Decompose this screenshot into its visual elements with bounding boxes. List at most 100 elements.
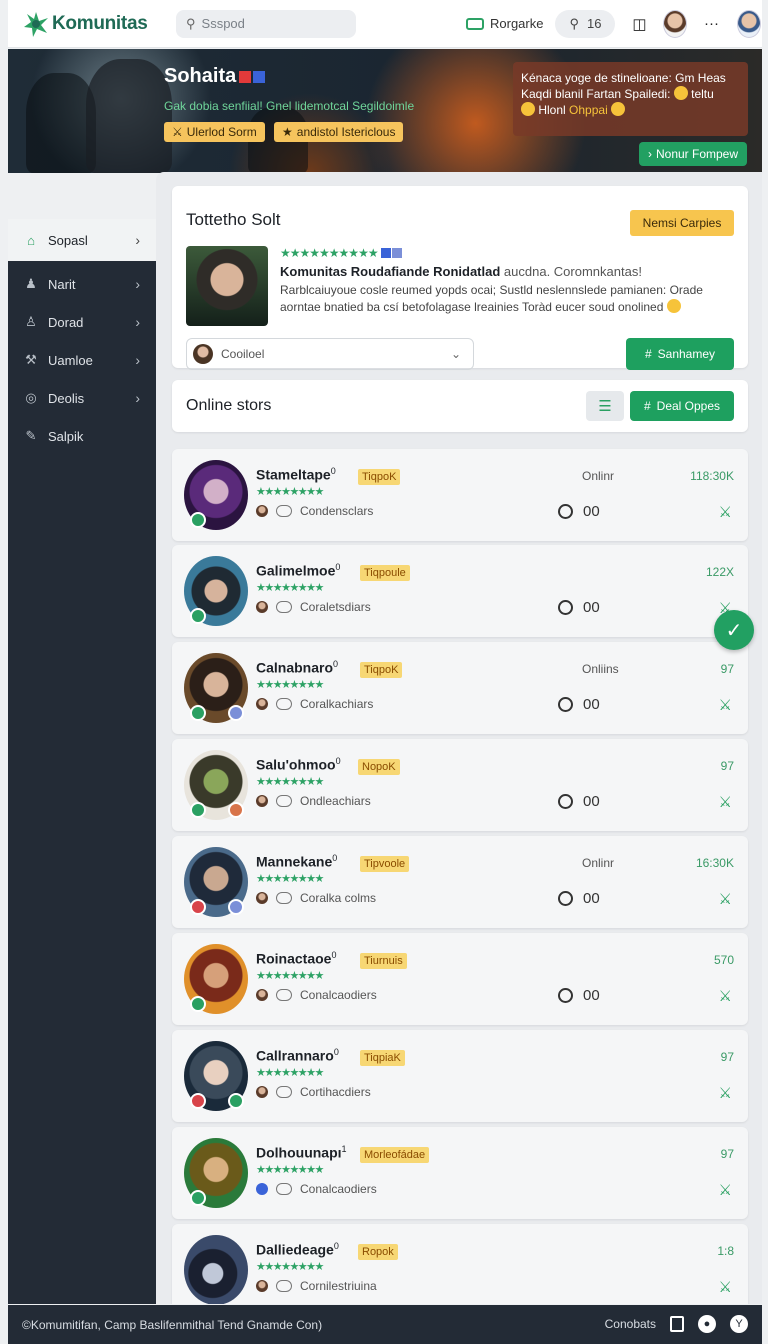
player-clan: Coralkachiars bbox=[256, 697, 373, 711]
hero-action-button[interactable]: › Nonur Fompew bbox=[639, 142, 747, 166]
online-action-button[interactable]: # Deal Oppes bbox=[630, 391, 734, 421]
player-tag: Morleofádae bbox=[360, 1147, 430, 1163]
profile-icon[interactable]: Y bbox=[730, 1315, 748, 1333]
more-icon[interactable]: ··· bbox=[699, 12, 723, 36]
avatar[interactable] bbox=[184, 460, 248, 530]
avatar[interactable] bbox=[184, 750, 248, 820]
sidebar-item-salpik[interactable]: ✎ Salpik bbox=[8, 417, 156, 455]
hero-chip[interactable]: ⚔ Ulerlod Sorm bbox=[164, 122, 265, 142]
player-clan-text: Coralka colms bbox=[300, 891, 377, 905]
list-item[interactable]: Dolhouunapı1 Morleofádae ★★★★★★★★ Conalc… bbox=[172, 1127, 748, 1219]
list-item[interactable]: Dalliedeage0 Ropok ★★★★★★★★ Cornilestriu… bbox=[172, 1224, 748, 1304]
list-item[interactable]: Calnabnaro0 TiqpoK ★★★★★★★★ Coralkachiar… bbox=[172, 642, 748, 734]
check-icon: ✓ bbox=[725, 619, 743, 642]
list-item[interactable]: Galimelmoe0 Tiqpoule ★★★★★★★★ Coraletsdi… bbox=[172, 545, 748, 637]
avatar[interactable] bbox=[184, 556, 248, 626]
featured-name-text: Komunitas Roudafiande Ronidatlad bbox=[280, 264, 501, 279]
list-item[interactable]: Stameltape0 TiqpoK ★★★★★★★★ Condensclars… bbox=[172, 449, 748, 541]
featured-action-button[interactable]: # Sanhamey bbox=[626, 338, 734, 370]
player-count: 16:30K bbox=[695, 856, 734, 870]
sidebar-item-home[interactable]: ⌂ Sopasl › bbox=[8, 219, 156, 261]
profile-avatar-button[interactable] bbox=[663, 9, 688, 38]
featured-action-label: Sanhamey bbox=[657, 347, 716, 361]
swords-icon[interactable]: ⚔ bbox=[719, 987, 732, 1005]
search-count-button[interactable]: ⚲ 16 bbox=[555, 9, 616, 38]
avatar bbox=[256, 1086, 268, 1098]
swords-icon[interactable]: ⚔ bbox=[719, 503, 732, 521]
edit-icon: ✎ bbox=[25, 428, 37, 443]
hero-title: Sohaita bbox=[164, 65, 266, 88]
sidebar-item-uamloe[interactable]: ⚒ Uamloe › bbox=[8, 341, 156, 379]
swords-icon[interactable]: ⚔ bbox=[719, 890, 732, 908]
avatar[interactable] bbox=[184, 944, 248, 1014]
swords-icon[interactable]: ⚔ bbox=[719, 1278, 732, 1296]
swords-icon[interactable]: ⚔ bbox=[719, 1181, 732, 1199]
player-name-text: Dolhouunapı bbox=[256, 1144, 342, 1161]
footer-link[interactable]: Conobats bbox=[605, 1317, 656, 1331]
avatar bbox=[193, 344, 213, 364]
user-avatar-button[interactable] bbox=[737, 9, 762, 38]
sidebar-item-label: Deolis bbox=[48, 390, 85, 406]
person-icon: ♙ bbox=[25, 314, 37, 329]
smile-icon bbox=[558, 794, 573, 809]
player-clan: Coraletsdiars bbox=[256, 600, 371, 614]
chat-icon[interactable]: ◫ bbox=[627, 12, 651, 36]
logo[interactable]: Komunitas bbox=[22, 10, 160, 38]
player-clan-text: Cornilestriuina bbox=[300, 1279, 377, 1293]
player-name-text: Stameltape bbox=[256, 466, 331, 483]
avatar[interactable] bbox=[184, 1138, 248, 1208]
list-item[interactable]: Roinactaoe0 Tiurnuis ★★★★★★★★ Conalcaodi… bbox=[172, 933, 748, 1025]
chevron-right-icon: › bbox=[135, 314, 140, 330]
player-tag: Tiurnuis bbox=[360, 953, 407, 969]
player-score: 00 bbox=[558, 599, 600, 616]
featured-thumbnail[interactable] bbox=[186, 246, 268, 326]
document-icon[interactable] bbox=[670, 1316, 684, 1332]
rating-stars: ★★★★★★★★ bbox=[256, 486, 324, 498]
status-dot bbox=[228, 705, 244, 721]
hero-notice: Kénaca yoge de stinelioane: Gm Heas Kaqd… bbox=[513, 62, 748, 136]
featured-card: Tottetho Solt Nemsi Carpies ★★★★★★★★★★ K… bbox=[172, 186, 748, 370]
status-dot bbox=[190, 802, 206, 818]
list-item[interactable]: Callrannaro0 TiqpiaK ★★★★★★★★ Cortihacdi… bbox=[172, 1030, 748, 1122]
swords-icon[interactable]: ⚔ bbox=[719, 696, 732, 714]
featured-description-text: Rarblcaiuyoue cosle reumed yopds ocai; S… bbox=[280, 283, 703, 314]
featured-select[interactable]: Cooiloel ⌄ bbox=[186, 338, 474, 370]
filter-icon[interactable]: ☰ bbox=[586, 391, 624, 421]
gaming-link[interactable]: Rorgarke bbox=[466, 16, 543, 31]
clan-icon bbox=[276, 989, 292, 1001]
player-score-value: 00 bbox=[583, 987, 600, 1004]
target-icon: ◎ bbox=[25, 390, 37, 405]
confirm-fab-button[interactable]: ✓ bbox=[714, 610, 754, 650]
clan-icon bbox=[276, 698, 292, 710]
player-tag: Tiqpoule bbox=[360, 565, 410, 581]
swords-icon[interactable]: ⚔ bbox=[719, 793, 732, 811]
sidebar-item-narit[interactable]: ♟ Narit › bbox=[8, 265, 156, 303]
footer: ©Komumitifan, Camp Baslifenmithal Tend G… bbox=[8, 1305, 762, 1344]
player-name: Roinactaoe0 bbox=[256, 950, 337, 967]
hero-chip[interactable]: ★ andistol Istericlous bbox=[274, 122, 404, 142]
avatar[interactable] bbox=[184, 653, 248, 723]
avatar[interactable] bbox=[184, 847, 248, 917]
clan-icon bbox=[276, 505, 292, 517]
featured-badge[interactable]: Nemsi Carpies bbox=[630, 210, 734, 236]
avatar[interactable] bbox=[184, 1235, 248, 1304]
list-item[interactable]: Mannekane0 Tipvoole ★★★★★★★★ Coralka col… bbox=[172, 836, 748, 928]
swords-icon[interactable]: ⚔ bbox=[719, 1084, 732, 1102]
player-status: Onliins bbox=[582, 662, 619, 676]
player-clan: Condensclars bbox=[256, 504, 373, 518]
smile-icon bbox=[558, 891, 573, 906]
emoji-icon bbox=[673, 86, 688, 100]
avatar[interactable] bbox=[184, 1041, 248, 1111]
sidebar-item-dorad[interactable]: ♙ Dorad › bbox=[8, 303, 156, 341]
player-name-text: Callrannaro bbox=[256, 1047, 334, 1064]
status-dot bbox=[228, 1093, 244, 1109]
rating-stars: ★★★★★★★★ bbox=[256, 1261, 324, 1273]
dot-icon[interactable]: ● bbox=[698, 1315, 716, 1333]
sidebar-item-deolis[interactable]: ◎ Deolis › bbox=[8, 379, 156, 417]
list-item[interactable]: Salu'ohmoo0 NopoK ★★★★★★★★ Ondleachiars … bbox=[172, 739, 748, 831]
player-score-value: 00 bbox=[583, 599, 600, 616]
sword-icon: ⚔ bbox=[172, 125, 183, 139]
notice-text: teltu bbox=[691, 87, 714, 101]
clan-icon bbox=[276, 601, 292, 613]
search-input[interactable]: ⚲ Ssspod bbox=[176, 9, 356, 38]
